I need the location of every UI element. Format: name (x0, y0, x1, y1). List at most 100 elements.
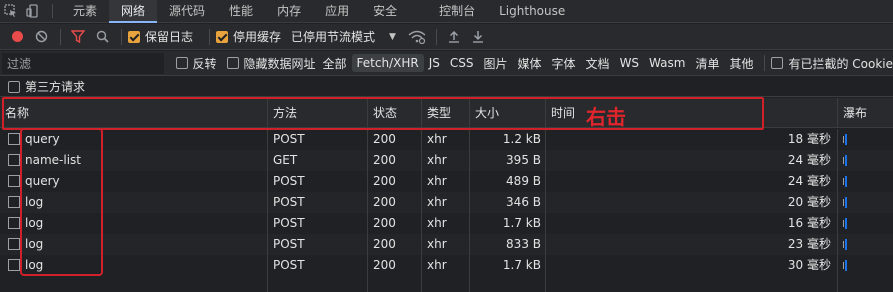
filter-type-6[interactable]: 字体 (547, 53, 581, 74)
waterfall-bar (845, 239, 847, 250)
third-party-label: 第三方请求 (25, 80, 86, 94)
network-conditions-icon[interactable] (406, 26, 428, 48)
cell-type: xhr (422, 255, 470, 276)
filter-type-9[interactable]: Wasm (644, 54, 690, 72)
cell-status: 200 (368, 234, 422, 255)
waterfall-wait-mark (843, 178, 844, 185)
blocked-cookies-check[interactable] (771, 57, 784, 69)
toolbar-divider (435, 28, 437, 45)
column-header-waterfall[interactable]: 瀑布 (838, 98, 893, 128)
invert-checkbox[interactable]: 反转 (175, 55, 217, 72)
disable-cache-check[interactable] (216, 30, 229, 43)
row-file-icon (8, 196, 20, 208)
filter-type-11[interactable]: 其他 (724, 53, 758, 74)
tab-8[interactable]: Lighthouse (487, 0, 577, 23)
filter-type-3[interactable]: CSS (445, 54, 479, 72)
waterfall-wait-mark (843, 136, 844, 143)
tab-3[interactable]: 性能 (217, 0, 265, 23)
export-har-icon[interactable] (467, 26, 489, 48)
tab-6[interactable]: 安全 (361, 0, 409, 23)
cell-time: 16 毫秒 (546, 213, 838, 234)
row-file-icon (8, 259, 20, 271)
cell-method: POST (268, 255, 368, 276)
cell-size: 346 B (470, 192, 546, 213)
cell-time: 24 毫秒 (546, 171, 838, 192)
filter-type-4[interactable]: 图片 (479, 53, 513, 74)
tab-7[interactable]: 控制台 (427, 0, 487, 23)
search-icon[interactable] (91, 26, 113, 48)
cell-size: 395 B (470, 150, 546, 171)
invert-label: 反转 (192, 56, 217, 71)
waterfall-bar (845, 176, 847, 187)
waterfall-wait-mark (843, 220, 844, 227)
filter-type-2[interactable]: JS (424, 54, 445, 72)
request-row[interactable]: log POST 200 xhr 1.7 kB 30 毫秒 (0, 255, 893, 276)
waterfall-wait-mark (843, 157, 844, 164)
cell-waterfall (838, 213, 893, 234)
cell-time: 30 毫秒 (546, 255, 838, 276)
row-file-icon (8, 154, 20, 166)
third-party-row: 第三方请求 (0, 77, 893, 97)
blocked-cookies-label: 有已拦截的 Cookie (788, 56, 893, 71)
tab-1[interactable]: 网络 (109, 0, 158, 23)
filter-type-7[interactable]: 文档 (581, 53, 615, 74)
filter-icon[interactable] (67, 26, 89, 48)
third-party-check[interactable] (8, 80, 20, 93)
invert-check[interactable] (175, 57, 188, 69)
hide-data-urls-check[interactable] (226, 57, 239, 69)
cell-method: POST (268, 129, 368, 150)
tab-4[interactable]: 内存 (265, 0, 313, 23)
disable-cache-checkbox[interactable]: 停用缓存 (216, 28, 281, 45)
filter-type-10[interactable]: 清单 (690, 53, 724, 74)
cell-waterfall (838, 150, 893, 171)
filter-input[interactable]: 过滤 (2, 52, 164, 74)
request-row[interactable]: log POST 200 xhr 1.7 kB 16 毫秒 (0, 213, 893, 234)
cell-status: 200 (368, 171, 422, 192)
tab-5[interactable]: 应用 (313, 0, 361, 23)
request-row[interactable]: name-list GET 200 xhr 395 B 24 毫秒 (0, 150, 893, 171)
request-row[interactable]: query POST 200 xhr 1.2 kB 18 毫秒 (0, 129, 893, 150)
filter-type-0[interactable]: 全部 (318, 53, 352, 74)
cell-size: 489 B (470, 171, 546, 192)
tab-2[interactable]: 源代码 (157, 0, 217, 23)
request-table-body: query POST 200 xhr 1.2 kB 18 毫秒 name-list GET 20… (0, 129, 893, 292)
cell-method: POST (268, 192, 368, 213)
cell-type: xhr (422, 129, 470, 150)
import-har-icon[interactable] (443, 26, 465, 48)
cell-time: 20 毫秒 (546, 192, 838, 213)
waterfall-wait-mark (843, 199, 844, 206)
waterfall-wait-mark (843, 262, 844, 269)
cell-status: 200 (368, 129, 422, 150)
record-icon[interactable] (6, 26, 28, 48)
network-toolbar: 保留日志 停用缓存 已停用节流模式 ▼ (0, 24, 893, 50)
cell-time: 23 毫秒 (546, 234, 838, 255)
blocked-cookies-checkbox[interactable]: 有已拦截的 Cookie (771, 55, 893, 72)
cell-size: 1.7 kB (470, 213, 546, 234)
tab-0[interactable]: 元素 (61, 0, 109, 23)
inspect-element-icon[interactable] (0, 0, 22, 23)
dropdown-arrow-icon: ▼ (389, 31, 396, 42)
disable-cache-label: 停用缓存 (233, 30, 282, 44)
request-row[interactable]: query POST 200 xhr 489 B 24 毫秒 (0, 171, 893, 192)
cell-type: xhr (422, 150, 470, 171)
cell-waterfall (838, 255, 893, 276)
throttle-select[interactable]: 已停用节流模式 ▼ (291, 28, 396, 45)
row-file-icon (8, 175, 20, 187)
toolbar-divider (209, 28, 211, 45)
filter-divider (764, 55, 766, 71)
waterfall-bar (845, 197, 847, 208)
devtools-tabbar: 元素 网络 源代码 性能 内存 应用 安全 控制台 Lighthouse (0, 0, 893, 23)
cell-method: GET (268, 150, 368, 171)
request-row[interactable]: log POST 200 xhr 346 B 20 毫秒 (0, 192, 893, 213)
preserve-log-check[interactable] (128, 30, 140, 43)
filter-type-1[interactable]: Fetch/XHR (351, 54, 424, 72)
preserve-log-checkbox[interactable]: 保留日志 (128, 28, 193, 45)
filter-type-5[interactable]: 媒体 (513, 53, 547, 74)
hide-data-urls-checkbox[interactable]: 隐藏数据网址 (226, 55, 316, 72)
request-row[interactable]: log POST 200 xhr 833 B 23 毫秒 (0, 234, 893, 255)
clear-icon[interactable] (30, 26, 52, 48)
filter-type-8[interactable]: WS (615, 54, 644, 72)
cell-waterfall (838, 192, 893, 213)
device-toolbar-icon[interactable] (22, 0, 44, 23)
cell-method: POST (268, 234, 368, 255)
